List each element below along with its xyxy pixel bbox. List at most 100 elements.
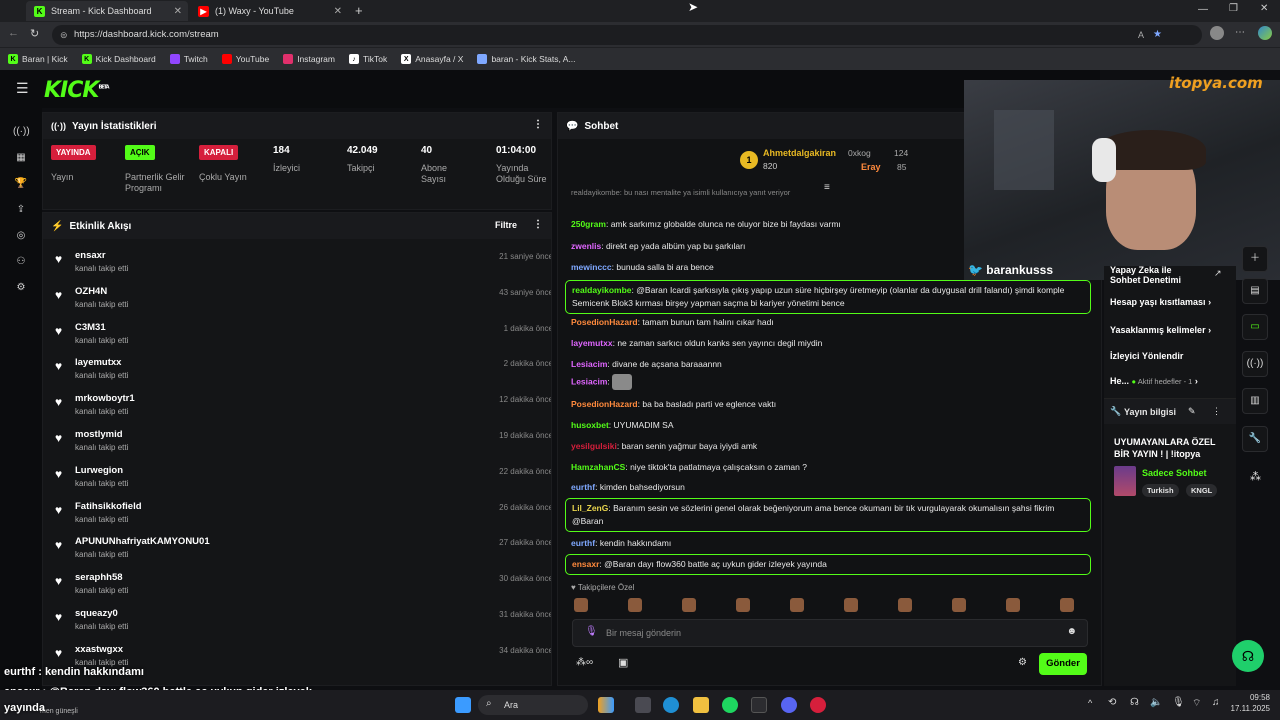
- activity-item[interactable]: ♥ squeazy0 kanalı takip etti 31 dakika önce: [53, 605, 551, 641]
- account-age-link[interactable]: Hesap yaşı kısıtlaması ›: [1110, 297, 1211, 307]
- tag[interactable]: KNGL: [1186, 484, 1218, 497]
- more-icon[interactable]: ⋮: [533, 219, 543, 230]
- top-gifter-name[interactable]: Ahmetdalgakiran: [763, 148, 836, 158]
- gift-icon[interactable]: ⁂∞: [576, 657, 593, 668]
- notes-icon[interactable]: ▤: [1242, 278, 1268, 304]
- url-input[interactable]: ⊜ https://dashboard.kick.com/stream A ★: [52, 25, 1202, 45]
- chat-username[interactable]: Lesiacim: [571, 359, 607, 369]
- follower-name[interactable]: APUNUNhafriyatKAMYONU01: [75, 536, 210, 547]
- camera-icon[interactable]: ◎: [13, 228, 29, 244]
- chat-input[interactable]: 🎙 Bir mesaj gönderin ☻: [572, 619, 1088, 647]
- windows-start-icon[interactable]: [455, 697, 471, 713]
- layout-icon[interactable]: ▥: [1242, 388, 1268, 414]
- follower-name[interactable]: mrkowboytr1: [75, 393, 135, 404]
- favorite-star-icon[interactable]: ★: [1153, 25, 1162, 45]
- bookmark-item[interactable]: YouTube: [221, 54, 269, 64]
- ai-moderation-link[interactable]: Yapay Zeka ile Sohbet Denetimi: [1110, 265, 1200, 285]
- upload-icon[interactable]: ⇪: [13, 202, 29, 218]
- subscriber-emote[interactable]: [898, 598, 912, 612]
- banned-words-link[interactable]: Yasaklanmış kelimeler ›: [1110, 325, 1211, 335]
- subscriber-emote[interactable]: [844, 598, 858, 612]
- follower-name[interactable]: xxastwgxx: [75, 644, 123, 655]
- chat-username[interactable]: layemutxx: [571, 338, 613, 348]
- tray-chevron-icon[interactable]: ^: [1088, 698, 1092, 708]
- bookmark-item[interactable]: X Anasayfa / X: [401, 54, 463, 64]
- subscriber-emote[interactable]: [736, 598, 750, 612]
- more-icon[interactable]: ⋮: [1212, 406, 1221, 417]
- chat-username[interactable]: eurthf: [571, 538, 595, 548]
- chat-message[interactable]: eurthf: kendin hakkındamı: [571, 537, 1091, 550]
- chat-username[interactable]: eurthf: [571, 482, 595, 492]
- bookmark-item[interactable]: K Baran | Kick: [8, 54, 68, 64]
- support-button[interactable]: ☊: [1232, 640, 1264, 672]
- profile-avatar[interactable]: [1210, 26, 1224, 40]
- users-icon[interactable]: ⚇: [13, 254, 29, 270]
- activity-item[interactable]: ♥ layemutxx kanalı takip etti 2 dakika önce: [53, 354, 551, 390]
- follower-name[interactable]: C3M31: [75, 322, 106, 333]
- add-widget-icon[interactable]: ＋: [1242, 246, 1268, 272]
- settings-icon[interactable]: ⚙: [13, 280, 29, 296]
- chat-username[interactable]: mewinccc: [571, 262, 612, 272]
- chat-message[interactable]: HamzahanCS: niye tiktok'ta patlatmaya ça…: [571, 461, 1091, 474]
- follower-name[interactable]: Lurwegion: [75, 465, 123, 476]
- activity-item[interactable]: ♥ mrkowboytr1 kanalı takip etti 12 dakika ö…: [53, 390, 551, 426]
- subscriber-emote[interactable]: [574, 598, 588, 612]
- chat-message[interactable]: Lesiacim:: [571, 374, 1091, 390]
- microphone-icon[interactable]: 🎙: [585, 626, 598, 637]
- file-explorer-icon[interactable]: [693, 697, 709, 713]
- chat-username[interactable]: zwenlis: [571, 241, 601, 251]
- subscriber-emote[interactable]: [682, 598, 696, 612]
- site-info-icon[interactable]: ⊜: [60, 25, 68, 45]
- tools-icon[interactable]: 🔧: [1242, 426, 1268, 452]
- bookmark-item[interactable]: K Kick Dashboard: [81, 54, 156, 64]
- speaker-icon[interactable]: ♫: [1212, 697, 1220, 708]
- activity-item[interactable]: ♥ seraphh58 kanalı takip etti 30 dakika önc…: [53, 569, 551, 605]
- activity-item[interactable]: ♥ OZH4N kanalı takip etti 43 saniye önce: [53, 283, 551, 319]
- headset-icon[interactable]: ☊: [1130, 697, 1139, 708]
- chat-username[interactable]: realdayikombe: [572, 285, 632, 295]
- follower-name[interactable]: squeazy0: [75, 608, 118, 619]
- subscriber-emote[interactable]: [790, 598, 804, 612]
- category-link[interactable]: Sadece Sohbet: [1142, 468, 1207, 478]
- bookmark-item[interactable]: ♪ TikTok: [348, 54, 387, 64]
- trophy-icon[interactable]: 🏆: [13, 176, 29, 192]
- activity-item[interactable]: ♥ Lurwegion kanalı takip etti 22 dakika önc…: [53, 462, 551, 498]
- chat-username[interactable]: HamzahanCS: [571, 462, 625, 472]
- chat-message-highlighted[interactable]: realdayikombe: @Baran Icardi şarkısıyla …: [565, 280, 1091, 314]
- chat-message-highlighted[interactable]: Lil_ZenG: Baranım sesin ve sözlerini gen…: [565, 498, 1091, 532]
- bookmark-item[interactable]: Twitch: [169, 54, 208, 64]
- external-link-icon[interactable]: ↗: [1214, 268, 1222, 279]
- chat-username[interactable]: ensaxr: [572, 559, 599, 569]
- tab-youtube[interactable]: ▶ (1) Waxy - YouTube ✕: [190, 1, 348, 21]
- store-icon[interactable]: ▣: [618, 656, 628, 669]
- chat-username[interactable]: husoxbet: [571, 420, 609, 430]
- widgets-icon[interactable]: [598, 697, 614, 713]
- more-icon[interactable]: ⋮: [533, 119, 543, 130]
- tab-kick-dashboard[interactable]: K Stream - Kick Dashboard ✕: [26, 1, 188, 21]
- chat-message-highlighted[interactable]: ensaxr: @Baran dayı flow360 battle aç uy…: [565, 554, 1091, 575]
- chat-username[interactable]: Lil_ZenG: [572, 503, 608, 513]
- follower-name[interactable]: seraphh58: [75, 572, 123, 583]
- wifi-icon[interactable]: ⌔: [1192, 697, 1201, 710]
- raid-viewers-link[interactable]: İzleyici Yönlendir: [1110, 351, 1183, 361]
- chat-settings-icon[interactable]: ⚙: [1018, 657, 1027, 668]
- emoji-icon[interactable]: ☻: [1066, 626, 1077, 637]
- edge-icon[interactable]: [663, 697, 679, 713]
- chat-message[interactable]: PosedionHazard: tamam bunun tam halını c…: [571, 316, 1091, 329]
- pinned-collapse-icon[interactable]: ≡: [824, 182, 830, 193]
- close-window-button[interactable]: ✕: [1260, 3, 1268, 14]
- maximize-button[interactable]: ❐: [1229, 3, 1238, 14]
- volume-icon[interactable]: 🔈: [1150, 697, 1162, 708]
- chat-message[interactable]: Lesiacim: divane de açsana baraaannn: [571, 358, 1091, 371]
- activity-item[interactable]: ♥ ensaxr kanalı takip etti 21 saniye önce: [53, 247, 551, 283]
- chat-message[interactable]: layemutxx: ne zaman sarkıcı oldun kanks …: [571, 337, 1091, 350]
- filter-button[interactable]: Filtre: [495, 220, 517, 230]
- edit-icon[interactable]: ✎: [1188, 406, 1196, 417]
- read-aloud-icon[interactable]: A: [1138, 25, 1144, 45]
- subscriber-emote[interactable]: [1006, 598, 1020, 612]
- network-icon[interactable]: ⟲: [1108, 697, 1116, 708]
- chat-username[interactable]: PosedionHazard: [571, 399, 638, 409]
- chat-message[interactable]: PosedionHazard: ba ba basladı parti ve e…: [571, 398, 1091, 411]
- app-icon[interactable]: [810, 697, 826, 713]
- subscriber-emote[interactable]: [628, 598, 642, 612]
